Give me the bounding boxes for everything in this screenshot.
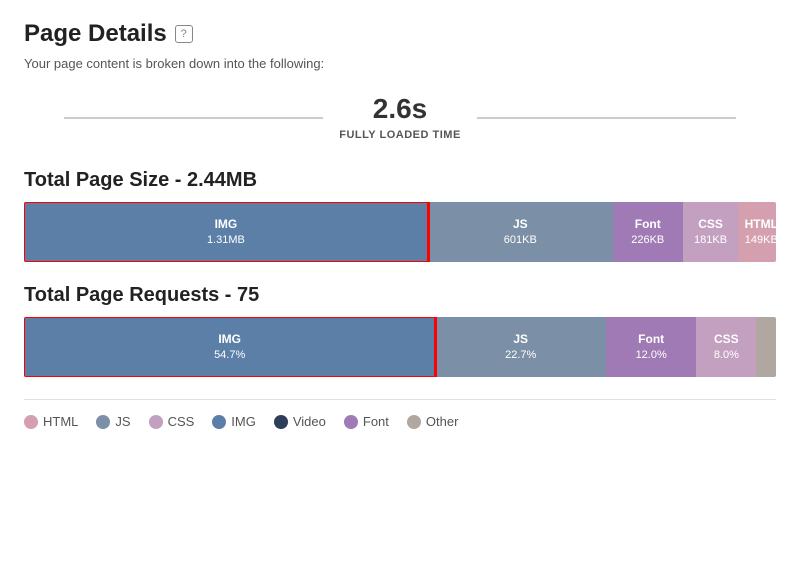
time-value-box: 2.6s Fully Loaded Time <box>323 89 477 147</box>
page-subtitle: Your page content is broken down into th… <box>24 56 776 71</box>
legend-label-html: HTML <box>43 414 78 429</box>
bar-segment-img[interactable]: IMG1.31MB <box>24 202 428 262</box>
legend-label-css: CSS <box>168 414 195 429</box>
legend-label-other: Other <box>426 414 459 429</box>
size-section-title: Total Page Size - 2.44MB <box>24 169 776 192</box>
bar-segment-js[interactable]: JS601KB <box>428 202 613 262</box>
legend-item-font: Font <box>344 414 389 429</box>
bar-segment-html[interactable]: HTML149KB <box>738 202 776 262</box>
legend-item-img: IMG <box>212 414 256 429</box>
loaded-time-section: 2.6s Fully Loaded Time <box>24 89 776 147</box>
legend-item-video: Video <box>274 414 326 429</box>
legend-item-html: HTML <box>24 414 78 429</box>
time-label: Fully Loaded Time <box>339 129 461 141</box>
bar-segment-css[interactable]: CSS181KB <box>683 202 739 262</box>
legend-item-js: JS <box>96 414 130 429</box>
bar-segment-font[interactable]: Font226KB <box>613 202 683 262</box>
legend-label-video: Video <box>293 414 326 429</box>
legend-dot-css <box>149 415 163 429</box>
help-icon[interactable]: ? <box>175 25 193 43</box>
time-number: 2.6s <box>339 93 461 125</box>
legend-dot-html <box>24 415 38 429</box>
bar-segment-font[interactable]: Font12.0% <box>606 317 696 377</box>
bar-segment-img[interactable]: IMG54.7% <box>24 317 435 377</box>
legend-dot-js <box>96 415 110 429</box>
legend-item-other: Other <box>407 414 459 429</box>
legend-dot-video <box>274 415 288 429</box>
legend-item-css: CSS <box>149 414 195 429</box>
legend: HTML JS CSS IMG Video Font Other <box>24 399 776 429</box>
legend-label-js: JS <box>115 414 130 429</box>
page-title: Page Details <box>24 20 167 48</box>
legend-dot-img <box>212 415 226 429</box>
bar-segment-js[interactable]: JS22.7% <box>435 317 606 377</box>
bar-segment-css[interactable]: CSS8.0% <box>696 317 756 377</box>
legend-dot-font <box>344 415 358 429</box>
legend-label-font: Font <box>363 414 389 429</box>
requests-section-title: Total Page Requests - 75 <box>24 284 776 307</box>
bar-segment-other[interactable] <box>756 317 776 377</box>
requests-bar: IMG54.7%JS22.7%Font12.0%CSS8.0% <box>24 317 776 377</box>
size-bar: IMG1.31MBJS601KBFont226KBCSS181KBHTML149… <box>24 202 776 262</box>
page-header: Page Details ? <box>24 20 776 48</box>
legend-label-img: IMG <box>231 414 256 429</box>
legend-dot-other <box>407 415 421 429</box>
